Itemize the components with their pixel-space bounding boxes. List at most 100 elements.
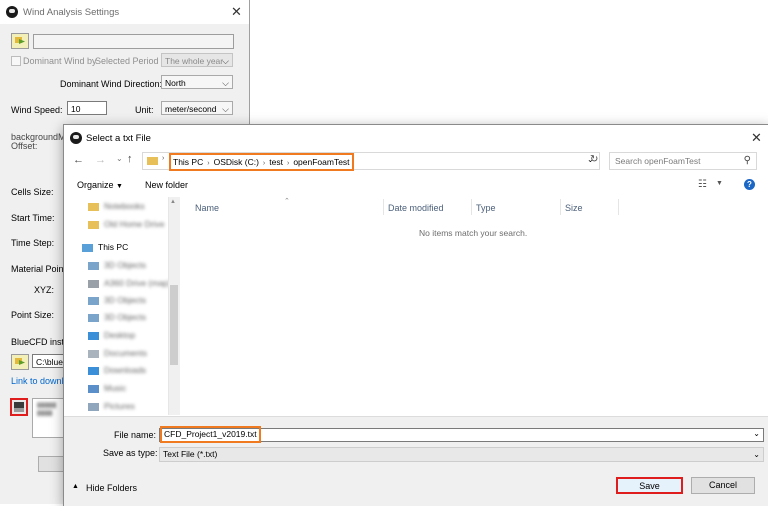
- file-name-label: File name:: [114, 430, 157, 440]
- file-close-icon[interactable]: ✕: [751, 130, 762, 146]
- path-field[interactable]: [33, 34, 234, 49]
- breadcrumb-this-pc[interactable]: This PC: [173, 157, 203, 167]
- back-arrow-icon[interactable]: ←: [73, 154, 84, 166]
- chevron-down-icon: ⌄: [753, 450, 760, 459]
- unit-label: Unit:: [135, 105, 154, 115]
- chevron-down-icon[interactable]: ⌄: [753, 429, 760, 438]
- direction-select[interactable]: North ⌵: [161, 75, 233, 89]
- nav-item-label: Desktop: [104, 330, 136, 340]
- 3d-objects-icon: [88, 313, 99, 322]
- speed-label: Wind Speed:: [11, 105, 63, 115]
- separator-icon: ›: [262, 160, 266, 167]
- column-type[interactable]: Type: [476, 203, 496, 213]
- hide-folders-button[interactable]: Hide Folders: [86, 483, 137, 493]
- desktop-icon: [88, 331, 99, 340]
- nav-item[interactable]: 3D Objects: [88, 295, 146, 305]
- pictures-icon: [88, 402, 99, 411]
- nav-item[interactable]: Old Home Drive: [88, 219, 164, 229]
- file-name-value[interactable]: CFD_Project1_v2019.txt: [160, 426, 261, 443]
- file-app-icon: [70, 132, 82, 144]
- nav-item-label: Old Home Drive: [104, 219, 165, 229]
- wind-close-icon[interactable]: ✕: [231, 4, 242, 20]
- dominant-wind-label: Dominant Wind by: [23, 56, 97, 66]
- nav-item-label: Music: [104, 383, 127, 393]
- breadcrumb-test[interactable]: test: [269, 157, 283, 167]
- folder-icon: [88, 202, 99, 211]
- breadcrumb-osdisk[interactable]: OSDisk (C:): [214, 157, 259, 167]
- nav-item[interactable]: Pictures: [88, 401, 135, 411]
- nav-item-label: Pictures: [104, 401, 135, 411]
- navigation-pane: Notebooks Old Home Drive This PC 3D Obje…: [64, 197, 180, 415]
- nav-item-this-pc[interactable]: This PC: [82, 242, 128, 252]
- start-time-label: Start Time:: [11, 213, 55, 223]
- save-type-label: Save as type:: [103, 448, 158, 458]
- file-dialog-title: Select a txt File: [86, 133, 151, 144]
- column-divider[interactable]: [560, 199, 561, 215]
- search-input[interactable]: Search openFoamTest ⚲: [609, 152, 757, 170]
- unit-select[interactable]: meter/second ⌵: [161, 101, 233, 115]
- speed-input[interactable]: 10: [67, 101, 107, 115]
- nav-item[interactable]: 3D Objects: [88, 312, 146, 322]
- nav-item-label: Downloads: [104, 365, 147, 375]
- this-pc-label: This PC: [98, 242, 129, 252]
- selected-period-label: Selected Period: [95, 56, 159, 66]
- nav-item-label: A360 Drive (map): [104, 278, 171, 288]
- save-button[interactable]: Save: [616, 477, 683, 494]
- documents-icon: [88, 349, 99, 358]
- column-size[interactable]: Size: [565, 203, 583, 213]
- material-point-label: Material Point: [11, 264, 67, 274]
- refresh-icon[interactable]: ↻: [590, 154, 598, 165]
- new-folder-button[interactable]: New folder: [145, 180, 188, 190]
- download-link[interactable]: Link to downlo: [11, 376, 69, 386]
- search-icon: ⚲: [743, 155, 751, 166]
- nav-item-label: 3D Objects: [104, 260, 147, 270]
- nav-item[interactable]: Documents: [88, 348, 147, 358]
- 3d-objects-icon: [88, 296, 99, 305]
- speed-value: 10: [71, 104, 81, 114]
- search-placeholder: Search openFoamTest: [615, 156, 701, 166]
- period-select[interactable]: The whole year ⌵: [161, 53, 233, 67]
- nav-item[interactable]: A360 Drive (map): [88, 278, 171, 288]
- nav-scrollbar-thumb[interactable]: [170, 285, 178, 365]
- nav-item-label: 3D Objects: [104, 295, 147, 305]
- nav-item[interactable]: Desktop: [88, 330, 135, 340]
- empty-message: No items match your search.: [419, 228, 528, 238]
- breadcrumb-chevron-icon: ›: [162, 155, 165, 162]
- bluecfd-label: BlueCFD insta: [11, 337, 70, 347]
- column-divider[interactable]: [618, 199, 619, 215]
- save-icon[interactable]: [10, 398, 28, 416]
- chevron-down-icon: ⌵: [222, 78, 229, 88]
- command-bar: Organize ▼ New folder ☷ ▼ ?: [64, 175, 768, 196]
- scroll-up-icon[interactable]: ▲: [170, 199, 176, 205]
- open-folder-button[interactable]: [11, 33, 29, 49]
- nav-item[interactable]: Music: [88, 383, 126, 393]
- music-icon: [88, 384, 99, 393]
- view-options-icon[interactable]: ☷: [698, 179, 707, 190]
- save-type-value: Text File (*.txt): [163, 449, 218, 459]
- nav-item[interactable]: 3D Objects: [88, 260, 146, 270]
- recent-chevron-icon[interactable]: ⌄: [116, 154, 123, 163]
- organize-button[interactable]: Organize ▼: [77, 180, 123, 190]
- time-step-label: Time Step:: [11, 238, 55, 248]
- save-type-select[interactable]: Text File (*.txt) ⌄: [159, 447, 764, 462]
- nav-item[interactable]: Downloads: [88, 365, 146, 375]
- up-arrow-icon[interactable]: ↑: [127, 153, 133, 165]
- column-name[interactable]: Name: [195, 203, 219, 213]
- view-caret-icon[interactable]: ▼: [716, 180, 723, 187]
- wind-title: Wind Analysis Settings: [23, 7, 120, 18]
- column-divider[interactable]: [383, 199, 384, 215]
- help-icon[interactable]: ?: [744, 179, 755, 190]
- separator-icon: ›: [286, 160, 290, 167]
- column-divider[interactable]: [471, 199, 472, 215]
- network-drive-icon: [88, 279, 99, 288]
- dominant-wind-checkbox[interactable]: [11, 56, 21, 66]
- nav-item[interactable]: Notebooks: [88, 201, 145, 211]
- cancel-button[interactable]: Cancel: [691, 477, 755, 494]
- sort-ascending-icon: ⌃: [284, 198, 290, 205]
- caret-up-icon[interactable]: ▲: [72, 483, 79, 490]
- bluecfd-folder-button[interactable]: [11, 354, 29, 370]
- forward-arrow-icon[interactable]: →: [95, 154, 106, 166]
- breadcrumb-openfoamtest[interactable]: openFoamTest: [293, 157, 349, 167]
- column-date-modified[interactable]: Date modified: [388, 203, 444, 213]
- unit-value: meter/second: [165, 104, 217, 114]
